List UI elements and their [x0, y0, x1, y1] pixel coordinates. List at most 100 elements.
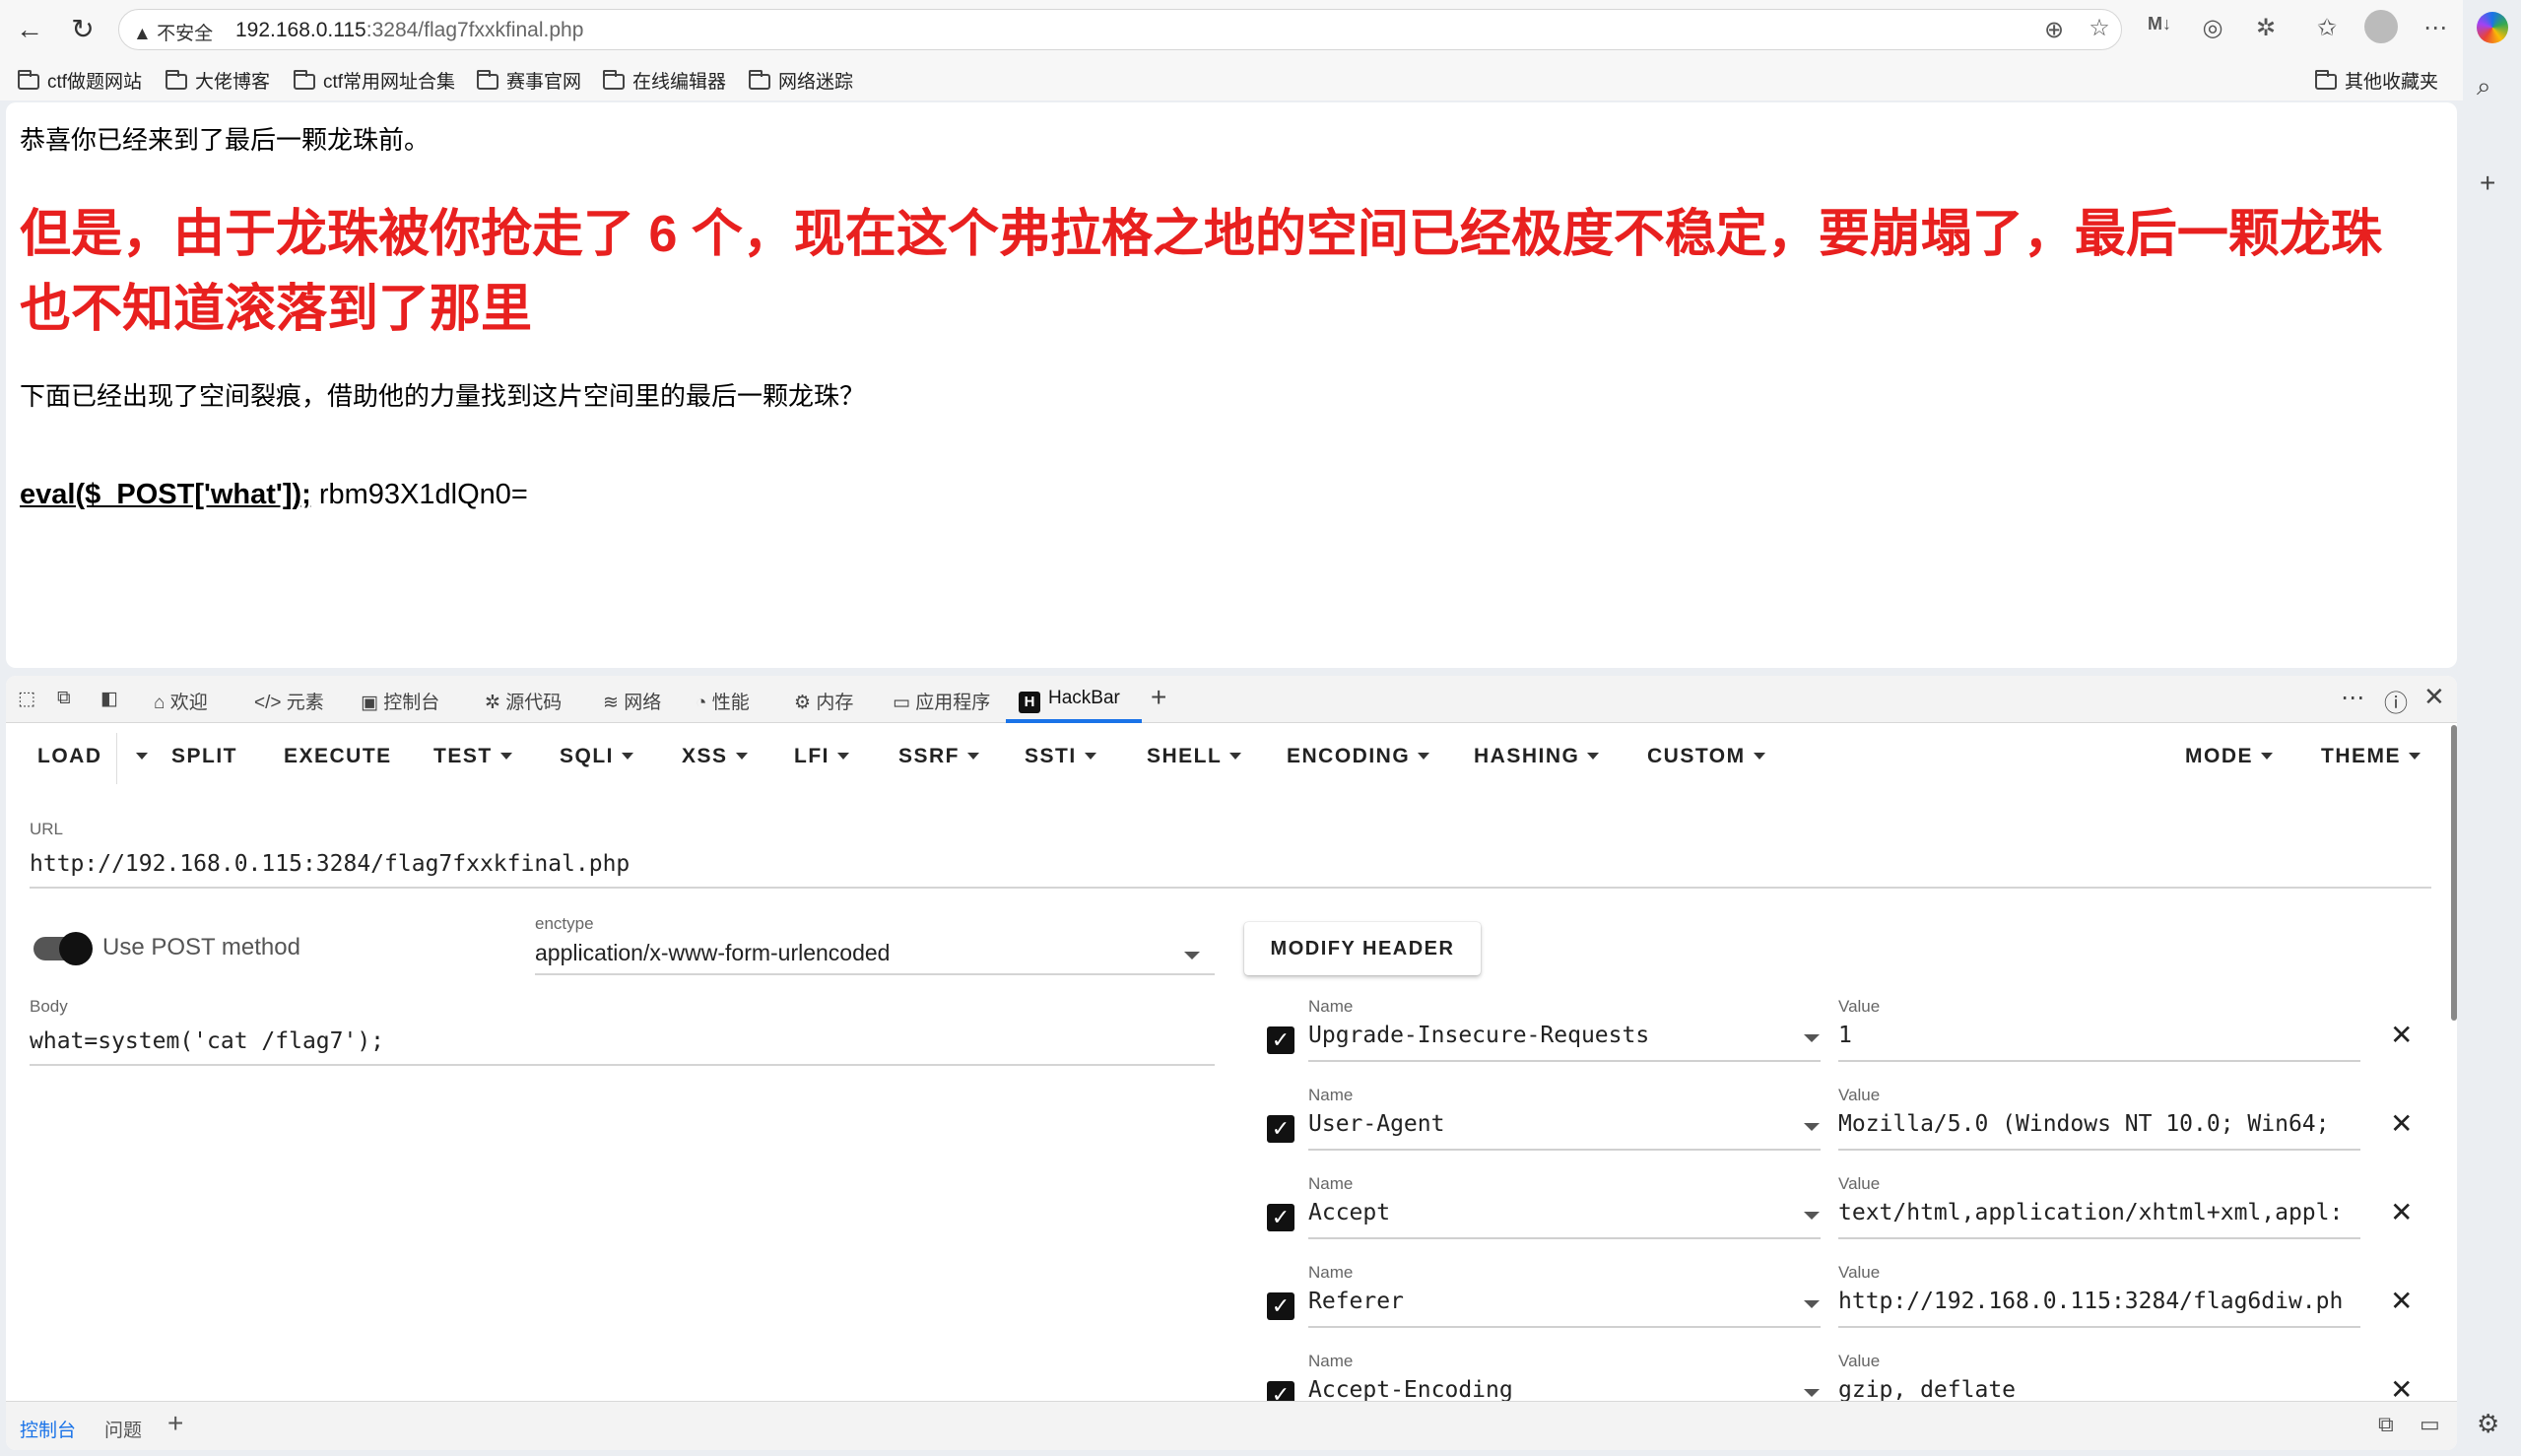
- close-devtools-icon[interactable]: ✕: [2423, 682, 2445, 712]
- header-name-input[interactable]: Referer: [1308, 1289, 1404, 1314]
- tab-console[interactable]: ▣ 控制台: [361, 688, 439, 714]
- help-icon[interactable]: ⓘ: [2384, 684, 2408, 718]
- execute-button[interactable]: EXECUTE: [284, 745, 392, 768]
- tab-welcome[interactable]: ⌂ 欢迎: [154, 688, 208, 714]
- extension-m-icon[interactable]: M↓: [2144, 14, 2175, 34]
- mode-menu[interactable]: MODE: [2185, 745, 2273, 768]
- header-value-underline: [1838, 1149, 2360, 1151]
- post-method-toggle[interactable]: [33, 932, 93, 965]
- header-checkbox[interactable]: ✓: [1267, 1381, 1294, 1401]
- tab-sources[interactable]: ✲ 源代码: [485, 688, 562, 714]
- header-name-input[interactable]: Accept-Encoding: [1308, 1377, 1513, 1401]
- drawer-close-icon[interactable]: ▭: [2420, 1412, 2440, 1437]
- encoding-menu[interactable]: ENCODING: [1287, 745, 1430, 768]
- header-name-caret-icon[interactable]: [1804, 1389, 1820, 1397]
- folder-icon: [603, 70, 625, 90]
- security-warning[interactable]: ▲ 不安全: [133, 19, 213, 45]
- header-checkbox[interactable]: ✓: [1267, 1204, 1294, 1231]
- bookmark-folder[interactable]: ctf常用网址合集: [294, 67, 455, 94]
- remove-header-icon[interactable]: ✕: [2390, 1019, 2413, 1051]
- more-menu-icon[interactable]: ⋯: [2420, 14, 2451, 42]
- address-bar[interactable]: ▲ 不安全 192.168.0.115:3284/flag7fxxkfinal.…: [118, 9, 2122, 50]
- remove-header-icon[interactable]: ✕: [2390, 1107, 2413, 1140]
- enctype-caret-icon[interactable]: [1184, 952, 1200, 960]
- refresh-icon[interactable]: ↻: [65, 12, 100, 47]
- header-value-input[interactable]: http://192.168.0.115:3284/flag6diw.ph: [1838, 1289, 2360, 1314]
- header-value-input[interactable]: gzip, deflate: [1838, 1377, 2360, 1401]
- remove-header-icon[interactable]: ✕: [2390, 1373, 2410, 1401]
- shell-menu[interactable]: SHELL: [1147, 745, 1242, 768]
- url-input[interactable]: http://192.168.0.115:3284/flag7fxxkfinal…: [30, 851, 630, 877]
- search-icon[interactable]: ⌕: [2477, 71, 2491, 102]
- xss-menu[interactable]: XSS: [682, 745, 748, 768]
- add-tab-icon[interactable]: +: [1151, 682, 1166, 713]
- split-button[interactable]: SPLIT: [171, 745, 237, 768]
- hackbar-logo-icon: H: [1019, 692, 1040, 713]
- drawer-add-icon[interactable]: +: [167, 1408, 183, 1439]
- tab-elements[interactable]: </> 元素: [254, 688, 324, 714]
- dock-icon[interactable]: ◧: [100, 688, 118, 710]
- tab-network[interactable]: ≋ 网络: [603, 688, 661, 714]
- zoom-icon[interactable]: ⊕: [2038, 16, 2070, 44]
- folder-icon: [18, 70, 39, 90]
- profile-avatar-icon[interactable]: [2364, 10, 2398, 43]
- copilot-icon[interactable]: [2477, 12, 2508, 43]
- bookmark-folder[interactable]: 赛事官网: [477, 67, 581, 94]
- modify-header-button[interactable]: MODIFY HEADER: [1244, 922, 1481, 975]
- star-icon[interactable]: ☆: [2084, 14, 2115, 42]
- url-text[interactable]: 192.168.0.115:3284/flag7fxxkfinal.php: [235, 19, 583, 42]
- extension-circle-icon[interactable]: ◎: [2197, 14, 2228, 42]
- header-name-caret-icon[interactable]: [1804, 1034, 1820, 1042]
- header-value-label: Value: [1838, 1352, 1881, 1370]
- hashing-menu[interactable]: HASHING: [1474, 745, 1600, 768]
- header-name-caret-icon[interactable]: [1804, 1300, 1820, 1308]
- body-input[interactable]: what=system('cat /flag7');: [30, 1028, 384, 1054]
- tab-performance[interactable]: ◔ 性能: [696, 688, 750, 714]
- back-arrow-icon[interactable]: ←: [12, 12, 47, 47]
- remove-header-icon[interactable]: ✕: [2390, 1285, 2413, 1317]
- enctype-select[interactable]: application/x-www-form-urlencoded: [535, 940, 890, 966]
- header-value-input[interactable]: Mozilla/5.0 (Windows NT 10.0; Win64;: [1838, 1111, 2360, 1137]
- more-options-icon[interactable]: ⋯: [2341, 684, 2364, 712]
- bookmark-folder[interactable]: 在线编辑器: [603, 67, 726, 94]
- header-checkbox[interactable]: ✓: [1267, 1115, 1294, 1143]
- inspect-icon[interactable]: ⬚: [18, 688, 35, 710]
- header-checkbox[interactable]: ✓: [1267, 1026, 1294, 1054]
- header-name-input[interactable]: Upgrade-Insecure-Requests: [1308, 1023, 1649, 1048]
- bookmark-folder[interactable]: 大佬博客: [166, 67, 270, 94]
- favorites-icon[interactable]: ✩: [2311, 14, 2343, 42]
- remove-header-icon[interactable]: ✕: [2390, 1196, 2413, 1228]
- header-value-input[interactable]: text/html,application/xhtml+xml,appl:: [1838, 1200, 2360, 1225]
- load-dropdown[interactable]: [128, 745, 148, 768]
- drawer-tab-console[interactable]: 控制台: [20, 1416, 76, 1442]
- bookmark-other-folder[interactable]: 其他收藏夹: [2315, 67, 2438, 94]
- drawer-tab-issues[interactable]: 问题: [104, 1416, 142, 1442]
- add-icon[interactable]: +: [2480, 167, 2495, 199]
- custom-menu[interactable]: CUSTOM: [1647, 745, 1765, 768]
- device-toolbar-icon[interactable]: ⧉: [57, 688, 71, 709]
- sqli-menu[interactable]: SQLI: [560, 745, 634, 768]
- lfi-menu[interactable]: LFI: [794, 745, 849, 768]
- header-checkbox[interactable]: ✓: [1267, 1292, 1294, 1320]
- tab-application[interactable]: ▭ 应用程序: [893, 688, 990, 714]
- bookmark-folder[interactable]: ctf做题网站: [18, 67, 142, 94]
- hackbar-scrollbar[interactable]: [2451, 725, 2457, 1021]
- header-name-input[interactable]: User-Agent: [1308, 1111, 1444, 1137]
- test-menu[interactable]: TEST: [433, 745, 512, 768]
- caret-down-icon: [499, 753, 512, 760]
- tab-memory[interactable]: ⚙ 内存: [794, 688, 853, 714]
- ssrf-menu[interactable]: SSRF: [898, 745, 980, 768]
- settings-gear-icon[interactable]: ⚙: [2477, 1409, 2499, 1439]
- ssti-menu[interactable]: SSTI: [1025, 745, 1096, 768]
- tab-hackbar[interactable]: H HackBar: [1019, 688, 1120, 713]
- theme-menu[interactable]: THEME: [2321, 745, 2421, 768]
- folder-icon: [749, 70, 770, 90]
- bookmark-folder[interactable]: 网络迷踪: [749, 67, 853, 94]
- header-name-caret-icon[interactable]: [1804, 1212, 1820, 1220]
- header-value-input[interactable]: 1: [1838, 1023, 2360, 1048]
- header-name-caret-icon[interactable]: [1804, 1123, 1820, 1131]
- load-button[interactable]: LOAD: [37, 745, 102, 768]
- extensions-puzzle-icon[interactable]: ✲: [2250, 14, 2282, 42]
- header-name-input[interactable]: Accept: [1308, 1200, 1390, 1225]
- drawer-dock-icon[interactable]: ⧉: [2378, 1412, 2394, 1437]
